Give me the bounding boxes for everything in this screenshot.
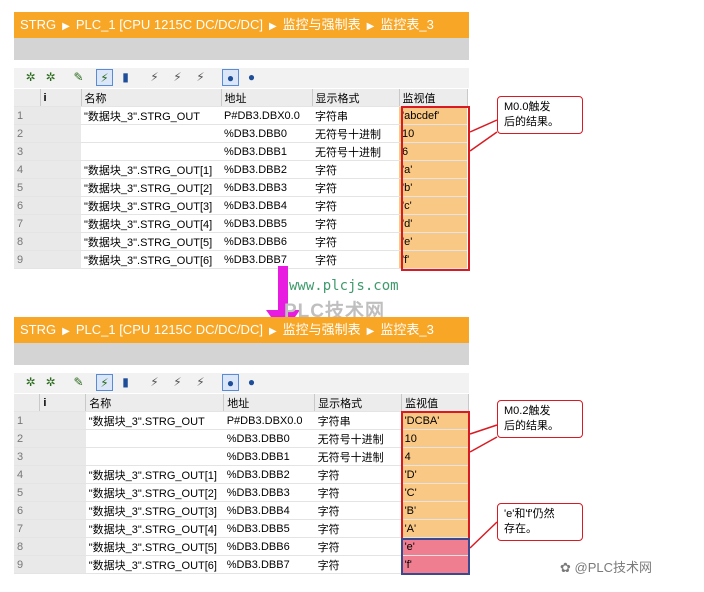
row-info [39,447,86,466]
callout-line: M0.0触发 [504,101,551,113]
watermark-url: www.plcjs.com [289,278,399,294]
bar-chart-icon[interactable]: ▮ [117,374,134,391]
row-info [39,483,86,502]
chevron-right-icon: ▶ [366,326,375,337]
format-cell[interactable]: 字符 [314,501,402,520]
row-info [39,537,86,556]
callout-unchanged: 'e'和'f'仍然 存在。 [497,503,583,541]
monitor-table-panel-bottom: STRG ▶ PLC_1 [CPU 1215C DC/DC/DC] ▶ 监控与强制表 ▶ 监… [14,317,470,575]
format-cell[interactable]: 字符 [314,519,402,538]
breadcrumb: STRG ▶ PLC_1 [CPU 1215C DC/DC/DC] ▶ 监控与强制表 ▶ 监… [14,317,469,343]
footer-text: @PLC技术网 [574,560,653,575]
row-number: 9 [14,555,40,574]
row-number: 2 [14,429,40,448]
name-cell[interactable]: "数据块_3".STRG_OUT[3] [85,501,224,520]
row-info [39,555,86,574]
row-info [39,429,86,448]
address-cell[interactable]: %DB3.DBB0 [223,429,315,448]
address-cell[interactable]: %DB3.DBB7 [223,555,315,574]
chevron-right-icon: ▶ [268,326,277,337]
format-cell[interactable]: 字符 [314,483,402,502]
name-cell[interactable]: "数据块_3".STRG_OUT[4] [85,519,224,538]
row-info [39,501,86,520]
footer-credit: ✿ @PLC技术网 [560,557,652,576]
name-cell[interactable]: "数据块_3".STRG_OUT[5] [85,537,224,556]
callout-top: M0.0触发 后的结果。 [497,96,583,134]
address-cell[interactable]: %DB3.DBB4 [223,501,315,520]
callout-line: 存在。 [504,523,537,535]
format-cell[interactable]: 字符串 [314,411,402,430]
row-number: 7 [14,519,40,538]
row-info [39,519,86,538]
highlight-box-values [401,411,470,540]
row-number: 6 [14,501,40,520]
format-cell[interactable]: 字符 [314,465,402,484]
format-cell[interactable]: 字符 [314,555,402,574]
force-icon[interactable]: ⚡ [146,374,163,391]
insert-row-icon[interactable]: ✲ [42,374,59,391]
add-row-icon[interactable]: ✲ [22,374,39,391]
row-number: 5 [14,483,40,502]
name-column-header[interactable]: 名称 [85,394,225,412]
address-cell[interactable]: P#DB3.DBX0.0 [223,411,315,430]
name-cell[interactable] [85,447,224,466]
chevron-right-icon: ▶ [62,326,70,337]
address-cell[interactable]: %DB3.DBB5 [223,519,315,538]
address-cell[interactable]: %DB3.DBB6 [223,537,315,556]
edit-icon[interactable]: ✎ [70,374,87,391]
monitor-toggle-icon[interactable]: ⚡ [96,374,113,391]
address-cell[interactable]: %DB3.DBB1 [223,447,315,466]
row-number: 1 [14,411,40,430]
breadcrumb-item-watch-table[interactable]: 监控表_3 [380,322,433,337]
source-logo-icon: ✿ [560,560,571,575]
callout-line: 后的结果。 [504,116,559,128]
callout-pointer-bottom-b [469,436,498,453]
address-cell[interactable]: %DB3.DBB2 [223,465,315,484]
monitor-value-column-header[interactable]: 监视值 [401,394,469,412]
breadcrumb-item-plc[interactable]: PLC_1 [CPU 1215C DC/DC/DC] [76,322,263,337]
breadcrumb-item-project[interactable]: STRG [14,317,56,343]
name-cell[interactable]: "数据块_3".STRG_OUT[6] [85,555,224,574]
row-info [39,465,86,484]
force-stop-icon[interactable]: ⚡ [192,374,209,391]
name-cell[interactable] [85,429,224,448]
row-number-header [14,394,41,412]
force-all-icon[interactable]: ⚡ [169,374,186,391]
callout-bottom: M0.2触发 后的结果。 [497,400,583,438]
callout-line: 'e'和'f'仍然 [504,508,555,520]
format-cell[interactable]: 字符 [314,537,402,556]
callout-pointer-bottom [469,424,498,435]
callout-pointer-top [469,119,498,133]
row-info [39,411,86,430]
highlight-box-unchanged [401,538,470,575]
name-cell[interactable]: "数据块_3".STRG_OUT[2] [85,483,224,502]
name-cell[interactable]: "数据块_3".STRG_OUT [85,411,224,430]
row-number: 8 [14,537,40,556]
breadcrumb-item-watch-force[interactable]: 监控与强制表 [283,322,361,337]
format-cell[interactable]: 无符号十进制 [314,447,402,466]
name-cell[interactable]: "数据块_3".STRG_OUT[1] [85,465,224,484]
address-cell[interactable]: %DB3.DBB3 [223,483,315,502]
row-number: 4 [14,465,40,484]
callout-pointer-unchanged [469,521,498,549]
address-column-header[interactable]: 地址 [223,394,316,412]
tab-strip [14,343,469,365]
callout-line: 后的结果。 [504,420,559,432]
row-number: 3 [14,447,40,466]
table-header-row: i 名称 地址 显示格式 监视值 [14,394,469,412]
monitor-once-icon[interactable]: ● [243,374,260,391]
toolbar: ✲ ✲ ✎ ⚡ ▮ ⚡ ⚡ ⚡ ● ● [14,373,469,393]
callout-pointer-top-b [469,131,498,152]
glasses-monitor-icon[interactable]: ● [222,374,239,391]
format-cell[interactable]: 无符号十进制 [314,429,402,448]
format-column-header[interactable]: 显示格式 [314,394,403,412]
callout-line: M0.2触发 [504,405,551,417]
info-column-header[interactable]: i [39,394,87,412]
